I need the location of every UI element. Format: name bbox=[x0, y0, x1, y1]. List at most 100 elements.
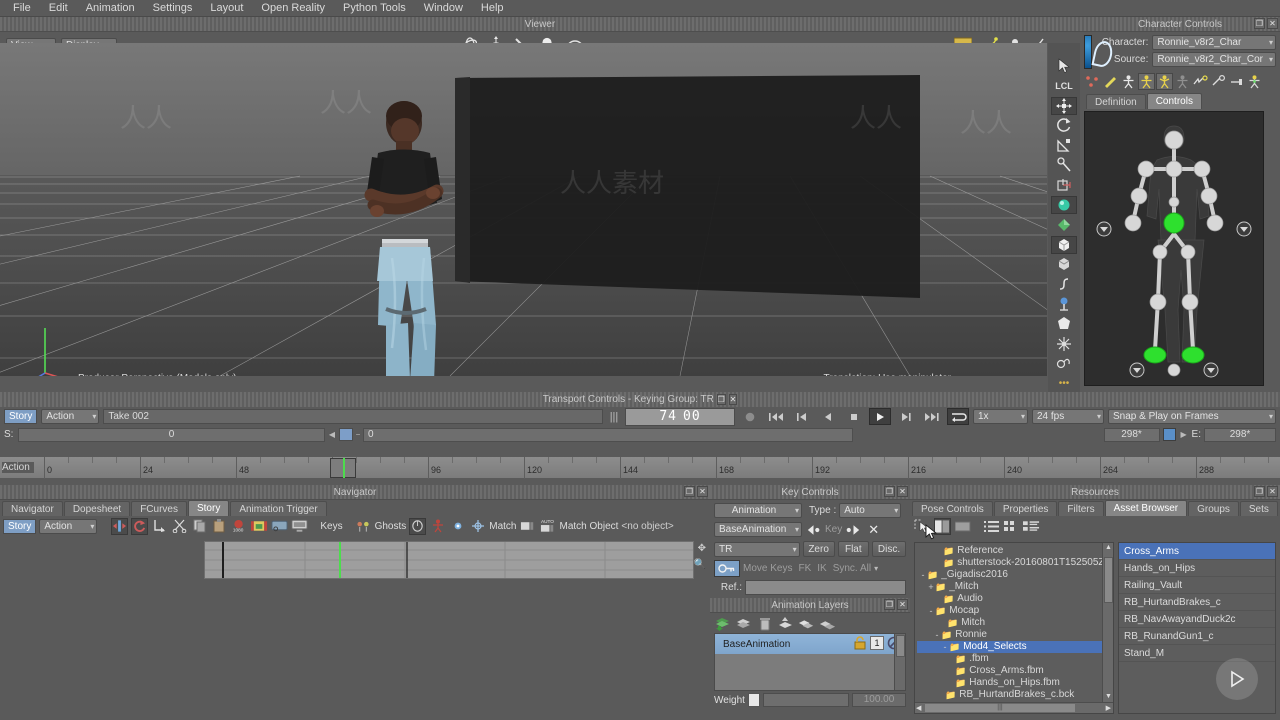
fps-select[interactable]: 24 fps bbox=[1032, 409, 1104, 424]
razor-icon[interactable] bbox=[111, 517, 129, 535]
snap-mode-select[interactable]: Snap & Play on Frames bbox=[1108, 409, 1276, 424]
pin-icon[interactable] bbox=[1051, 295, 1077, 313]
delete-layer-icon[interactable] bbox=[756, 615, 773, 632]
character-rig-view[interactable] bbox=[1084, 111, 1264, 386]
weight-slider-handle[interactable] bbox=[747, 693, 760, 707]
story-mode-button[interactable]: Story bbox=[4, 409, 38, 424]
step-forward-button[interactable] bbox=[895, 408, 917, 425]
target-icon[interactable] bbox=[449, 518, 466, 535]
end-marker-field[interactable]: 298* bbox=[1103, 427, 1160, 442]
manipulator-icon[interactable] bbox=[1051, 156, 1077, 174]
tool-c-icon[interactable] bbox=[1228, 73, 1245, 90]
tree-expander[interactable]: - bbox=[927, 605, 935, 617]
key-type-select[interactable]: Auto bbox=[839, 503, 902, 518]
tab-dopesheet[interactable]: Dopesheet bbox=[63, 501, 131, 516]
paint-icon[interactable] bbox=[1051, 216, 1077, 234]
tree-node[interactable]: - 📁 Mocap bbox=[917, 605, 1113, 617]
stamp-icon[interactable] bbox=[1051, 176, 1077, 194]
tree-node[interactable]: - 📁 _Gigadisc2016 bbox=[917, 569, 1113, 581]
tree-node[interactable]: 📁 Cross_Arms.fbm bbox=[917, 665, 1113, 677]
menu-animation[interactable]: Animation bbox=[77, 0, 144, 17]
tree-node[interactable]: 📁 shutterstock-20160801T152505Z bbox=[917, 557, 1113, 569]
tab-fcurves[interactable]: FCurves bbox=[131, 501, 187, 516]
zero-button[interactable]: Zero bbox=[802, 541, 835, 557]
start-frame-field[interactable]: 0 bbox=[18, 427, 325, 442]
range-end-handle[interactable] bbox=[1162, 428, 1176, 441]
animation-layers-list[interactable]: BaseAnimation 1 bbox=[714, 633, 906, 691]
story-action-select[interactable]: Action bbox=[39, 518, 98, 534]
goto-start-button[interactable] bbox=[765, 408, 787, 425]
tab-sets[interactable]: Sets bbox=[1239, 501, 1278, 516]
polygon-icon[interactable] bbox=[1051, 315, 1077, 333]
asset-row[interactable]: Stand_M bbox=[1119, 645, 1275, 662]
curve-s-icon[interactable] bbox=[1051, 275, 1077, 293]
lock-icon[interactable] bbox=[853, 635, 867, 653]
close-icon[interactable]: ✕ bbox=[897, 599, 908, 610]
monitor-icon[interactable] bbox=[271, 518, 288, 535]
figure-effector-icon[interactable] bbox=[1246, 73, 1263, 90]
tab-asset-browser[interactable]: Asset Browser bbox=[1104, 500, 1188, 516]
asset-row[interactable]: Hands_on_Hips bbox=[1119, 560, 1275, 577]
ghost-figure-icon[interactable] bbox=[1174, 73, 1191, 90]
misc-icon[interactable] bbox=[1051, 354, 1077, 372]
tree-node[interactable]: 📁 Reference bbox=[917, 545, 1113, 557]
light-icon[interactable] bbox=[1051, 195, 1077, 214]
ref-field[interactable] bbox=[745, 580, 906, 595]
key-mode-icon[interactable] bbox=[714, 560, 740, 577]
weight-slider-track[interactable] bbox=[762, 693, 849, 707]
tab-story[interactable]: Story bbox=[187, 500, 230, 516]
asset-folder-tree[interactable]: 📁 Reference 📁 shutterstock-20160801T152505… bbox=[914, 542, 1114, 714]
menu-help[interactable]: Help bbox=[472, 0, 513, 17]
1080-icon[interactable]: 1080 bbox=[231, 518, 248, 535]
key-button-label[interactable]: Key bbox=[825, 524, 842, 535]
range-right-arrow-icon[interactable]: ▶ bbox=[1179, 430, 1189, 439]
prev-key-icon[interactable] bbox=[805, 521, 822, 538]
tree-node[interactable]: 📁 Audio bbox=[917, 593, 1113, 605]
close-icon[interactable]: ✕ bbox=[697, 486, 708, 497]
mouse-icon[interactable] bbox=[409, 517, 427, 535]
match-object-value[interactable]: <no object> bbox=[621, 521, 673, 532]
tree-expander[interactable]: - bbox=[933, 629, 941, 641]
previous-key-button[interactable] bbox=[791, 408, 813, 425]
next-key-icon[interactable] bbox=[845, 521, 862, 538]
solo-icon[interactable]: 1 bbox=[870, 635, 884, 650]
flat-button[interactable]: Flat bbox=[837, 541, 869, 557]
play-button[interactable] bbox=[869, 408, 891, 425]
menu-settings[interactable]: Settings bbox=[144, 0, 202, 17]
tab-controls[interactable]: Controls bbox=[1146, 93, 1202, 109]
character-select[interactable]: Ronnie_v8r2_Char bbox=[1152, 35, 1276, 50]
duplicate-layer-icon[interactable] bbox=[735, 615, 752, 632]
key-layer-select[interactable]: BaseAnimation bbox=[714, 522, 802, 537]
animation-layer-row[interactable]: BaseAnimation 1 bbox=[715, 634, 905, 654]
tab-pose-controls[interactable]: Pose Controls bbox=[912, 501, 993, 516]
maximize-icon[interactable]: ❐ bbox=[716, 394, 726, 405]
delete-key-icon[interactable]: ✕ bbox=[865, 521, 882, 538]
tree-expander[interactable]: + bbox=[927, 581, 935, 593]
sync-all-label[interactable]: Sync. All bbox=[833, 563, 871, 574]
video-icon[interactable] bbox=[251, 518, 268, 535]
tree-node[interactable]: 📁 RB_HurtandBrakes_c.bck bbox=[917, 689, 1113, 701]
disc-button[interactable]: Disc. bbox=[872, 541, 906, 557]
tree-node[interactable]: 📁 .fbm bbox=[917, 653, 1113, 665]
layers-vscrollbar[interactable] bbox=[894, 634, 905, 690]
current-frame-field[interactable]: 0 bbox=[363, 427, 853, 442]
insert-icon[interactable] bbox=[151, 518, 168, 535]
copy-icon[interactable] bbox=[191, 518, 208, 535]
stick-figure-icon[interactable] bbox=[1120, 73, 1137, 90]
detail-icon[interactable] bbox=[1023, 518, 1040, 535]
transport-timeline-ruler[interactable]: Action 0 24 48 72 96 120 144 168 192 216… bbox=[0, 456, 1280, 479]
current-frame-display[interactable]: 74 00 bbox=[625, 407, 735, 426]
close-icon[interactable]: ✕ bbox=[1267, 486, 1278, 497]
menu-open-reality[interactable]: Open Reality bbox=[252, 0, 334, 17]
maximize-icon[interactable]: ❐ bbox=[1254, 486, 1265, 497]
animation-mode-select[interactable]: Animation bbox=[714, 503, 802, 518]
merge-all-icon[interactable] bbox=[798, 615, 815, 632]
tab-animation-trigger[interactable]: Animation Trigger bbox=[230, 501, 327, 516]
menu-python-tools[interactable]: Python Tools bbox=[334, 0, 415, 17]
key-channel-select[interactable]: TR bbox=[714, 541, 800, 557]
tree-node-selected[interactable]: - 📁 Mod4_Selects bbox=[917, 641, 1113, 653]
tab-filters[interactable]: Filters bbox=[1058, 501, 1104, 516]
match-auto-icon[interactable]: AUTO bbox=[540, 518, 557, 535]
tree-node[interactable]: + 📁 _Mitch bbox=[917, 581, 1113, 593]
step-back-button[interactable] bbox=[817, 408, 839, 425]
